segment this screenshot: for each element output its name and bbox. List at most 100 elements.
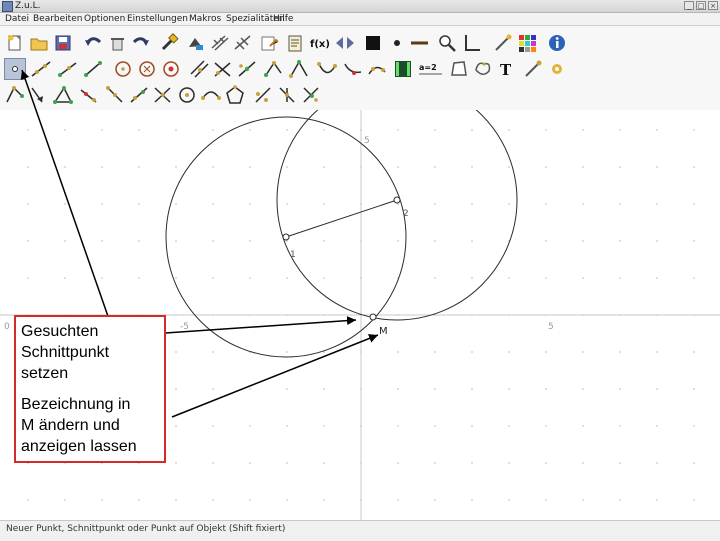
grid-dot [693, 277, 695, 279]
maximize-button[interactable]: □ [696, 1, 706, 10]
delete-icon[interactable] [106, 32, 128, 54]
new-file-icon[interactable] [4, 32, 26, 54]
parallel-icon[interactable] [188, 58, 210, 80]
paint-icon[interactable] [184, 32, 206, 54]
hammer-icon[interactable] [158, 32, 180, 54]
grid-dot [508, 425, 510, 427]
quadrilateral-icon[interactable] [152, 84, 174, 106]
line-icon[interactable] [30, 58, 52, 80]
midpoint-icon[interactable] [236, 58, 258, 80]
grid-dot [212, 129, 214, 131]
close-button[interactable]: × [708, 1, 718, 10]
grid-dot [27, 129, 29, 131]
ring-icon[interactable] [176, 84, 198, 106]
grid-dot [656, 462, 658, 464]
polygon-icon[interactable] [448, 58, 470, 80]
pentagon-icon[interactable] [224, 84, 246, 106]
axis-icon[interactable] [460, 32, 482, 54]
bisector-icon[interactable] [366, 58, 388, 80]
point-m[interactable] [369, 313, 377, 321]
menu-optionen[interactable]: Optionen [84, 13, 125, 25]
circle-fixed-icon[interactable] [160, 58, 182, 80]
grid-dot [249, 166, 251, 168]
grid-dot [286, 277, 288, 279]
angle-icon[interactable] [262, 58, 284, 80]
arc-icon[interactable] [316, 58, 338, 80]
ray-icon[interactable] [56, 58, 78, 80]
angle-bisector-icon[interactable] [300, 84, 322, 106]
axis-label-x-neg: -5 [180, 322, 189, 332]
circle-icon[interactable] [112, 58, 134, 80]
point-2[interactable] [393, 196, 401, 204]
arrows-icon[interactable] [334, 32, 356, 54]
dash-icon[interactable] [408, 32, 430, 54]
black-square-icon[interactable] [362, 32, 384, 54]
grid-dot [619, 499, 621, 501]
grid-dot [101, 277, 103, 279]
grid-dot [545, 499, 547, 501]
info-icon[interactable] [546, 32, 568, 54]
color-grid-icon[interactable] [516, 32, 538, 54]
menu-makros[interactable]: Makros [189, 13, 221, 25]
save-file-icon[interactable] [52, 32, 74, 54]
animation-icon[interactable] [392, 58, 414, 80]
locus-icon[interactable] [200, 84, 222, 106]
menu-bearbeiten[interactable]: Bearbeiten [33, 13, 82, 25]
grid-dot [619, 388, 621, 390]
grid-dot [471, 277, 473, 279]
vector-icon[interactable] [28, 84, 50, 106]
grid-dot [286, 129, 288, 131]
lines-icon[interactable] [232, 32, 254, 54]
triangle-icon[interactable] [52, 84, 74, 106]
grid-dot [619, 277, 621, 279]
grid-dot [249, 499, 251, 501]
circle-around-point-2[interactable] [276, 79, 518, 321]
grid-dot [397, 129, 399, 131]
triangle-points-icon[interactable] [288, 58, 310, 80]
grid-dot [656, 499, 658, 501]
circle-radius-icon[interactable] [136, 58, 158, 80]
conic-icon[interactable] [342, 58, 364, 80]
text-doc-icon[interactable] [258, 32, 280, 54]
menu-datei[interactable]: Datei [5, 13, 29, 25]
minimize-button[interactable]: _ [684, 1, 694, 10]
fixed-segment-icon[interactable] [252, 84, 274, 106]
mirror-icon[interactable] [104, 84, 126, 106]
undo-icon[interactable] [82, 32, 104, 54]
expression-icon[interactable]: a=2 [418, 58, 442, 80]
axis-label-y-pos: 5 [364, 136, 370, 146]
function-icon[interactable]: f(x) [308, 32, 330, 54]
pen-icon[interactable] [546, 58, 568, 80]
grid-dot [619, 129, 621, 131]
move-icon[interactable] [4, 84, 26, 106]
text-tool-icon[interactable]: T [496, 58, 518, 80]
hide-icon[interactable] [522, 58, 544, 80]
grid-dot [582, 129, 584, 131]
open-file-icon[interactable] [28, 32, 50, 54]
grid-dot [545, 277, 547, 279]
clipboard-icon[interactable] [284, 32, 306, 54]
grid-dot [397, 462, 399, 464]
rotate-icon[interactable] [128, 84, 150, 106]
title-bar: Z.u.L. _ □ × [0, 0, 720, 13]
segment-1-2[interactable] [285, 199, 398, 238]
grid-dot [656, 425, 658, 427]
curve-icon[interactable] [472, 58, 494, 80]
grid-icon[interactable] [208, 32, 230, 54]
circle-compass-icon[interactable] [78, 84, 100, 106]
perpendicular-icon[interactable] [212, 58, 234, 80]
grid-dot [508, 203, 510, 205]
grid-dot [471, 166, 473, 168]
menu-hilfe[interactable]: Hilfe [273, 13, 293, 25]
menu-einstellungen[interactable]: Einstellungen [127, 13, 188, 25]
zoom-icon[interactable] [436, 32, 458, 54]
tangent-icon[interactable] [276, 84, 298, 106]
dot-icon[interactable] [386, 32, 408, 54]
segment-icon[interactable] [82, 58, 104, 80]
grid-dot [249, 462, 251, 464]
wand-icon[interactable] [492, 32, 514, 54]
redo-icon[interactable] [130, 32, 152, 54]
point-tool-icon[interactable] [4, 58, 26, 80]
grid-dot [656, 166, 658, 168]
point-1[interactable] [282, 233, 290, 241]
